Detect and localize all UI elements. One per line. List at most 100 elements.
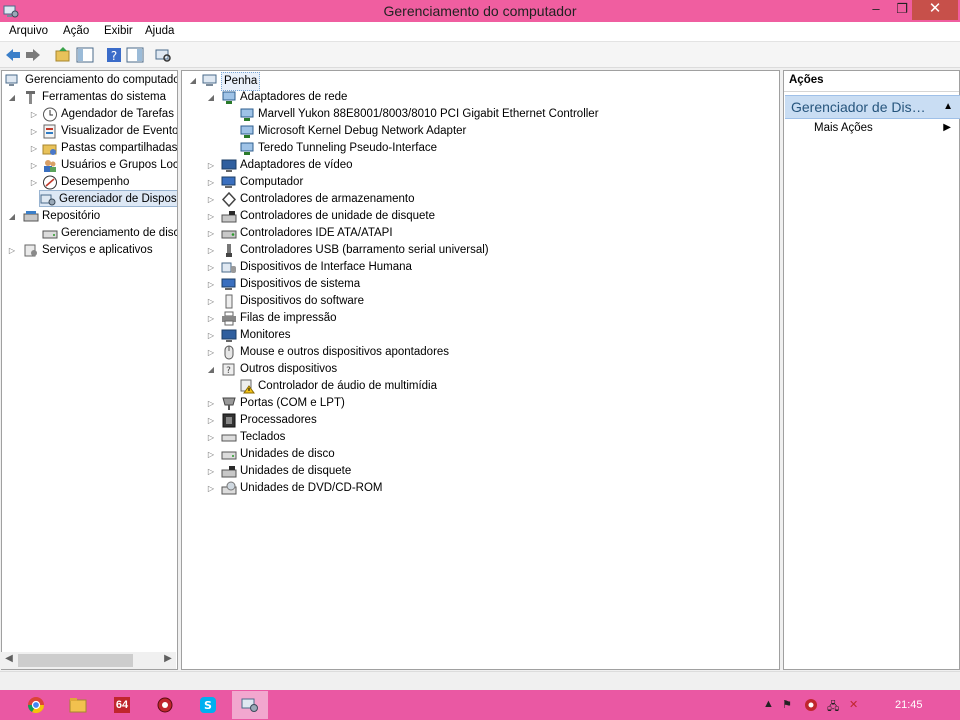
action-center-flag-icon[interactable]: ⚑ [782, 698, 792, 711]
device-category-label: Controladores de armazenamento [240, 193, 415, 205]
collapsed-arrow-icon[interactable]: ▷ [206, 225, 216, 242]
device-item-label: Marvell Yukon 88E8001/8003/8010 PCI Giga… [258, 108, 599, 120]
collapsed-arrow-icon[interactable]: ▷ [206, 276, 216, 293]
actions-section-device-manager[interactable]: Gerenciador de Dispositivos ▲ [785, 95, 960, 119]
scroll-thumb[interactable] [18, 654, 133, 667]
show-hide-console-tree-icon[interactable] [76, 46, 94, 64]
users-icon [44, 160, 56, 172]
disk-management-icon [42, 230, 58, 239]
collapsed-arrow-icon[interactable]: ▷ [206, 395, 216, 412]
menu-acao[interactable]: Ação [63, 25, 89, 37]
services-icon [24, 244, 37, 257]
actions-pane: Ações Gerenciador de Dispositivos ▲ Mais… [783, 70, 960, 670]
volume-muted-icon[interactable]: ✕ [849, 698, 858, 711]
svg-text:?: ? [226, 366, 231, 376]
collapsed-arrow-icon[interactable]: ▷ [206, 259, 216, 276]
device-item-label: Controlador de áudio de multimídia [258, 380, 437, 392]
show-hide-action-pane-icon[interactable] [126, 46, 144, 64]
keyboard-icon [221, 434, 237, 442]
device-category-label: Dispositivos de Interface Humana [240, 261, 412, 273]
collapsed-arrow-icon[interactable]: ▷ [206, 412, 216, 429]
menu-ajuda[interactable]: Ajuda [145, 25, 174, 37]
clock[interactable]: 21:45 [895, 699, 923, 711]
menu-arquivo[interactable]: Arquivo [9, 25, 48, 37]
collapsed-arrow-icon[interactable]: ▷ [206, 174, 216, 191]
collapsed-arrow-icon[interactable]: ▷ [206, 463, 216, 480]
64-app-icon: 64 [113, 697, 131, 713]
left-pane-horizontal-scrollbar[interactable]: ◀ ▶ [1, 652, 176, 669]
more-actions-link[interactable]: Mais Ações [814, 122, 873, 134]
taskbar-chrome[interactable] [18, 691, 54, 719]
collapsed-arrow-icon[interactable]: ▷ [206, 242, 216, 259]
minimize-button[interactable]: – [862, 0, 890, 20]
device-category-label: Controladores de unidade de disquete [240, 210, 436, 222]
collapsed-arrow-icon[interactable]: ▷ [206, 480, 216, 497]
unknown-device-icon: ? [222, 363, 235, 376]
device-category-label: Adaptadores de vídeo [240, 159, 353, 171]
collapsed-arrow-icon[interactable]: ▷ [29, 140, 39, 157]
collapse-caret-icon[interactable]: ▲ [943, 101, 953, 112]
monitor-icon [221, 329, 237, 342]
scroll-left-icon[interactable]: ◀ [2, 653, 16, 664]
console-tree-pane: Gerenciamento do computador (Local) ◢ Fe… [1, 70, 178, 670]
scan-hardware-icon[interactable] [154, 46, 172, 64]
device-category-label: Filas de impressão [240, 312, 337, 324]
help-icon[interactable]: ? [105, 46, 123, 64]
taskbar-red-gear-app[interactable] [147, 691, 183, 719]
collapsed-arrow-icon[interactable]: ▷ [206, 157, 216, 174]
expanded-arrow-icon[interactable]: ◢ [7, 89, 17, 106]
dvd-drive-icon [221, 481, 237, 495]
expanded-arrow-icon[interactable]: ◢ [188, 72, 198, 89]
tree-item-device-manager[interactable]: Gerenciador de Dispositivos [39, 190, 177, 207]
collapsed-arrow-icon[interactable]: ▷ [29, 123, 39, 140]
taskbar-skype[interactable]: S [190, 691, 226, 719]
taskbar-64-app[interactable]: 64 [104, 691, 140, 719]
hid-icon [221, 262, 236, 273]
device-category-label: Unidades de DVD/CD-ROM [240, 482, 383, 494]
collapsed-arrow-icon[interactable]: ▷ [29, 157, 39, 174]
red-gear-app-icon [157, 697, 173, 713]
up-folder-icon[interactable] [54, 46, 72, 64]
device-category-label: Portas (COM e LPT) [240, 397, 345, 409]
network-icon[interactable]: 🖧 [827, 698, 839, 717]
collapsed-arrow-icon[interactable]: ▷ [206, 208, 216, 225]
taskbar-computer-management[interactable] [232, 691, 268, 719]
device-category-label: Dispositivos de sistema [240, 278, 361, 290]
title-bar: Gerenciamento do computador – ❐ ✕ [0, 0, 960, 22]
taskbar: 64 S ▲ ⚑ 🖧 ✕ 21:45 [0, 690, 960, 720]
collapsed-arrow-icon[interactable]: ▷ [206, 310, 216, 327]
collapsed-arrow-icon[interactable]: ▷ [7, 242, 17, 259]
back-icon[interactable] [4, 46, 22, 64]
device-category-label: Computador [240, 176, 304, 188]
display-adapter-icon [221, 159, 237, 172]
collapsed-arrow-icon[interactable]: ▷ [206, 191, 216, 208]
device-category-label: Dispositivos do software [240, 295, 364, 307]
red-gear-tray-icon[interactable] [804, 698, 818, 712]
collapsed-arrow-icon[interactable]: ▷ [206, 429, 216, 446]
disk-drive-icon [221, 451, 237, 460]
close-button[interactable]: ✕ [912, 0, 958, 20]
floppy-controller-icon [221, 211, 237, 223]
show-hidden-icons-icon[interactable]: ▲ [763, 698, 774, 710]
collapsed-arrow-icon[interactable]: ▷ [206, 293, 216, 310]
collapsed-arrow-icon[interactable]: ▷ [206, 327, 216, 344]
collapsed-arrow-icon[interactable]: ▷ [29, 106, 39, 123]
expanded-arrow-icon[interactable]: ◢ [7, 208, 17, 225]
network-adapter-icon [240, 108, 254, 121]
collapsed-arrow-icon[interactable]: ▷ [206, 446, 216, 463]
forward-icon[interactable] [24, 46, 42, 64]
collapsed-arrow-icon[interactable]: ▷ [29, 174, 39, 191]
tree-item-label: Gerenciador de Dispositivos [59, 193, 177, 205]
expanded-arrow-icon[interactable]: ◢ [206, 361, 216, 378]
scroll-right-icon[interactable]: ▶ [161, 653, 175, 664]
collapsed-arrow-icon[interactable]: ▷ [206, 344, 216, 361]
performance-icon [43, 175, 57, 190]
tree-services-label: Serviços e aplicativos [42, 244, 153, 256]
shared-folder-icon [42, 144, 57, 155]
submenu-arrow-icon[interactable]: ▶ [943, 122, 951, 133]
tree-item-label: Agendador de Tarefas [61, 108, 174, 120]
storage-controller-icon [221, 192, 237, 207]
expanded-arrow-icon[interactable]: ◢ [206, 89, 216, 106]
taskbar-file-explorer[interactable] [60, 691, 96, 719]
menu-exibir[interactable]: Exibir [104, 25, 133, 37]
